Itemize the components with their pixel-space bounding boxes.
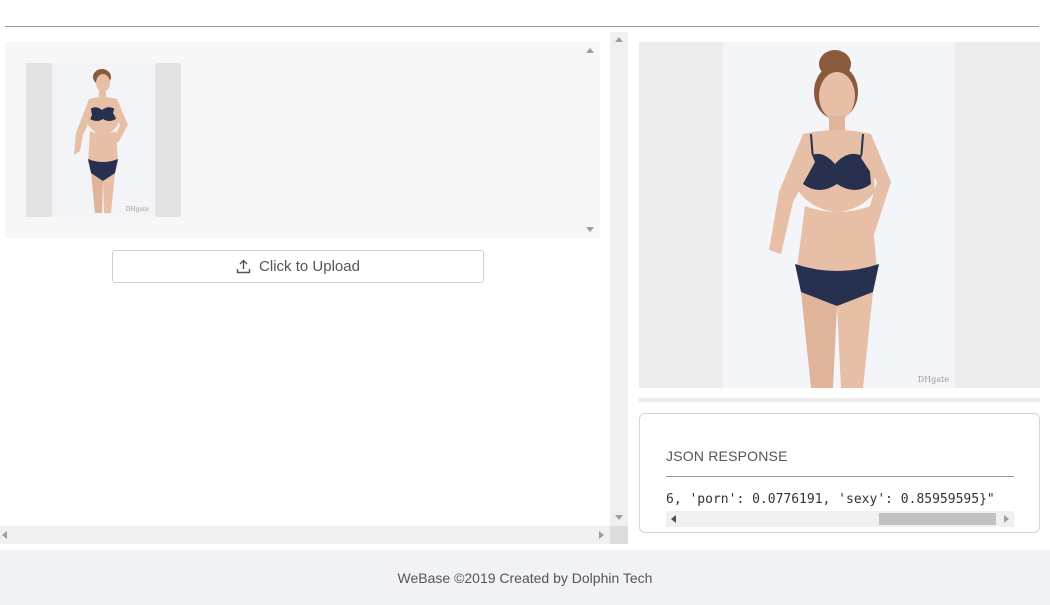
model-figure-small <box>74 69 128 213</box>
preview-watermark: DHgate <box>917 375 949 384</box>
thumbnail-watermark: DHgate <box>125 206 149 213</box>
scroll-up-icon[interactable] <box>586 48 594 53</box>
upload-list-scrollbar[interactable] <box>580 42 600 238</box>
json-horizontal-scrollbar[interactable] <box>666 511 1014 527</box>
scrollbar-corner <box>610 526 628 544</box>
footer-text: WeBase ©2019 Created by Dolphin Tech <box>397 569 653 586</box>
upload-pane: DHgate Click to Upload <box>0 32 610 544</box>
scroll-up-icon[interactable] <box>615 37 623 42</box>
horizontal-scrollbar[interactable] <box>0 526 610 544</box>
scroll-left-icon[interactable] <box>671 515 676 523</box>
preview-photo: DHgate <box>723 42 955 388</box>
scroll-down-icon[interactable] <box>586 227 594 232</box>
top-divider <box>5 26 1039 27</box>
json-title-underline <box>666 476 1014 477</box>
scroll-left-icon[interactable] <box>2 531 7 539</box>
upload-list[interactable]: DHgate <box>5 42 600 238</box>
upload-button[interactable]: Click to Upload <box>112 250 484 283</box>
vertical-scrollbar[interactable] <box>610 32 628 544</box>
model-figure-large <box>769 50 891 388</box>
scroll-right-icon[interactable] <box>1004 515 1009 523</box>
thumbnail-photo: DHgate <box>52 63 155 217</box>
scrollbar-thumb[interactable] <box>879 513 996 525</box>
footer: WeBase ©2019 Created by Dolphin Tech <box>0 550 1050 605</box>
upload-icon <box>236 259 251 274</box>
scroll-right-icon[interactable] <box>599 531 604 539</box>
upload-button-label: Click to Upload <box>259 258 360 275</box>
json-response-title: JSON RESPONSE <box>666 448 788 464</box>
json-response-card: JSON RESPONSE 6, 'porn': 0.0776191, 'sex… <box>639 413 1040 533</box>
json-response-text[interactable]: 6, 'porn': 0.0776191, 'sexy': 0.85959595… <box>666 492 1014 508</box>
scroll-down-icon[interactable] <box>615 515 623 520</box>
uploaded-image-thumbnail[interactable]: DHgate <box>26 63 181 217</box>
section-divider <box>639 398 1040 402</box>
image-preview: DHgate <box>639 42 1040 388</box>
